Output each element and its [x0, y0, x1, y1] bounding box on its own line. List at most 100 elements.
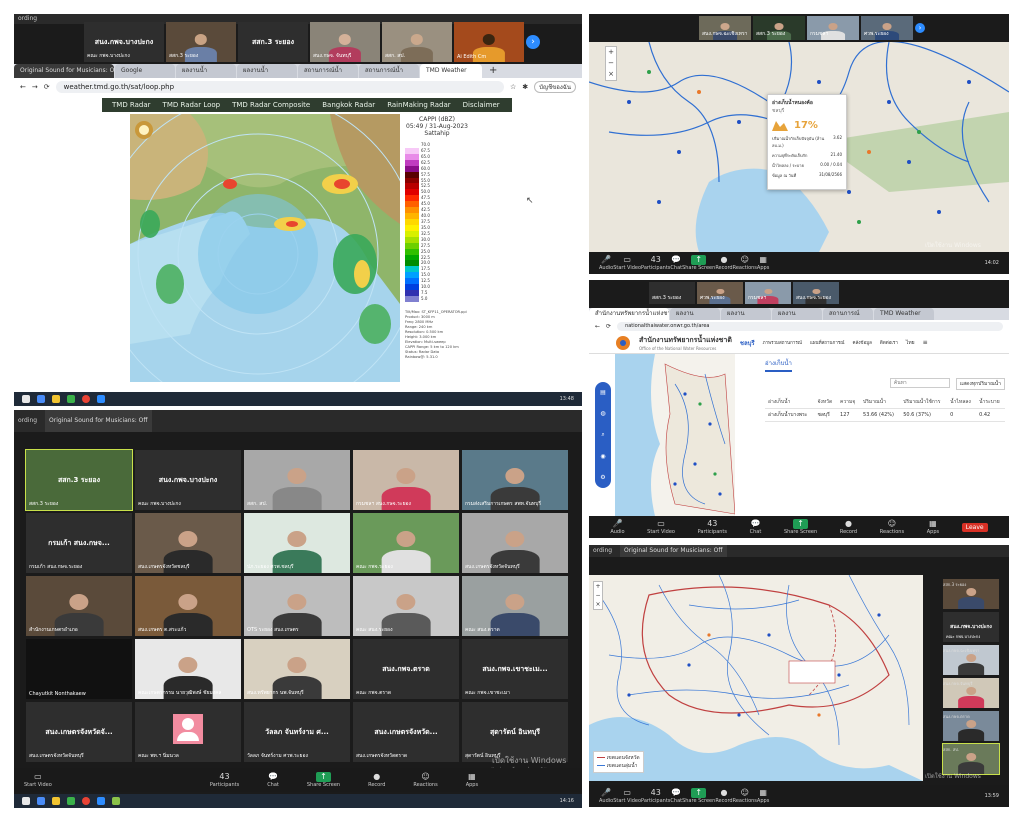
participant-tile[interactable]: ศวพ.ระยอง: [697, 282, 743, 304]
search-input[interactable]: [889, 378, 950, 388]
nav-disclaimer[interactable]: Disclaimer: [463, 101, 500, 109]
participant-tile[interactable]: สสก.3 ระยอง: [238, 22, 308, 62]
new-tab-icon[interactable]: +: [483, 64, 503, 78]
nav-bangkok-radar[interactable]: Bangkok Radar: [322, 101, 375, 109]
participant-tile[interactable]: สนง.กษจ.ฉะเชิงเทรา: [943, 645, 999, 675]
tab-water-1[interactable]: ผลงานน้ำ: [176, 64, 236, 78]
tab-original-sound[interactable]: Original Sound for Musicians: Off: [14, 64, 114, 78]
participant-tile[interactable]: สนง.กษจ.จันทบุรี: [943, 678, 999, 708]
participant-tile[interactable]: สสก.3 ระยอง: [943, 579, 999, 609]
participant-tile[interactable]: สสก.3 ระยอง: [753, 16, 805, 40]
participant-tile[interactable]: สนง.กพจ.บางปะกง คณะ กพจ.บางปะกง: [943, 612, 999, 642]
video-button[interactable]: ▭ Start Video: [647, 519, 675, 535]
share-screen-button[interactable]: ↑ Share Screen: [682, 788, 715, 804]
participant-tile[interactable]: สนง.เกษตรจังหวัดจั... สนง.เกษตรจังหวัดจัน…: [26, 702, 132, 762]
close-icon[interactable]: ×: [606, 69, 616, 80]
participants-button[interactable]: 43 Participants: [641, 255, 670, 271]
participant-tile[interactable]: สสก. สป.: [244, 450, 350, 510]
language-select[interactable]: ไทย: [906, 339, 915, 347]
participant-tile[interactable]: สนง.กษจ.ตราด: [943, 711, 999, 741]
windows-start-icon[interactable]: [22, 395, 30, 403]
participant-tile[interactable]: สสก.3 ระยอง: [166, 22, 236, 62]
next-page-icon[interactable]: ›: [526, 35, 540, 49]
participant-tile[interactable]: กรมชลฯ สนง.กษจ.ระยอง: [353, 450, 459, 510]
participant-tile[interactable]: สนง.กพจ.ตราด คณะ กพจ.ตราด: [353, 639, 459, 699]
participant-tile[interactable]: สสก.3 ระยอง: [649, 282, 695, 304]
participant-tile[interactable]: สนง.เกษตรจังหวัด... สนง.เกษตรจังหวัดตราด: [353, 702, 459, 762]
zoom-in-button[interactable]: +: [606, 47, 616, 58]
taskbar-app-icon[interactable]: [37, 395, 45, 403]
participant-tile[interactable]: ศวพ.ระยอง: [861, 16, 913, 40]
taskbar-app-icon[interactable]: [97, 797, 105, 805]
audio-button[interactable]: 🎤 Audio: [599, 255, 613, 271]
province-select[interactable]: ชลบุรี: [740, 338, 755, 348]
record-button[interactable]: ● Record: [840, 519, 857, 535]
participant-tile[interactable]: กรมส่งเสริมการเกษตร สพท.จันทบุรี: [462, 450, 568, 510]
chat-button[interactable]: 💬 Chat: [670, 788, 682, 804]
participant-tile[interactable]: สำนักงานเกษตรอำเภอ: [26, 576, 132, 636]
taskbar-app-icon[interactable]: [112, 797, 120, 805]
zoom-out-button[interactable]: −: [594, 591, 602, 600]
url-input[interactable]: nationalthaiwater.onwr.go.th/area: [617, 321, 1003, 331]
tab-tmd-weather[interactable]: TMD Weather: [874, 308, 934, 320]
record-button[interactable]: ● Record: [368, 772, 385, 788]
next-page-icon[interactable]: ›: [915, 23, 925, 33]
participant-tile[interactable]: สนง.เกษตรจังหวัดชลบุรี: [135, 513, 241, 573]
video-button[interactable]: ▭ Start Video: [613, 255, 641, 271]
participant-tile[interactable]: ปภ.ระยอง ศวพ.ชลบุรี: [244, 513, 350, 573]
share-screen-button[interactable]: ↑ Share Screen: [307, 772, 340, 788]
extensions-icon[interactable]: ✱: [522, 83, 528, 91]
url-input[interactable]: weather.tmd.go.th/sat/loop.php: [55, 81, 505, 93]
participant-tile[interactable]: สนง.กษจ.ฉะเชิงเทรา: [699, 16, 751, 40]
participant-tile[interactable]: สุดารัตน์ อินทบุรี สุดารัตน์ อินทบุรี: [462, 702, 568, 762]
taskbar-app-icon[interactable]: [37, 797, 45, 805]
windows-start-icon[interactable]: [22, 797, 30, 805]
participant-tile[interactable]: สสก. สป.: [382, 22, 452, 62]
audio-button[interactable]: 🎤 Audio: [599, 788, 613, 804]
taskbar-app-icon[interactable]: [67, 797, 75, 805]
participant-tile[interactable]: Chayutkit Nonthakaew: [26, 639, 132, 699]
participant-tile[interactable]: คณะ กพจ.ระยอง: [353, 513, 459, 573]
back-icon[interactable]: ←: [20, 83, 26, 91]
participants-button[interactable]: 43 Participants: [641, 788, 670, 804]
apps-button[interactable]: ▦ Apps: [927, 519, 939, 535]
reactions-button[interactable]: ☺ Reactions: [733, 788, 757, 804]
tab-water-1[interactable]: ผลงาน: [670, 308, 720, 320]
close-icon[interactable]: ×: [594, 600, 602, 609]
participant-tile[interactable]: สสก.3 ระยอง สสก.3 ระยอง: [25, 449, 133, 511]
menu-overview[interactable]: ภาพรวมสถานการณ์: [763, 339, 802, 346]
participants-button[interactable]: 43 Participants: [698, 519, 727, 535]
table-row[interactable]: อ่างเก็บน้ำบางพระ ชลบุรี 127 53.66 (42%) 50.…: [765, 408, 1005, 422]
reactions-button[interactable]: ☺ Reactions: [880, 519, 904, 535]
chat-button[interactable]: 💬 Chat: [267, 772, 279, 788]
taskbar-app-icon[interactable]: [52, 395, 60, 403]
tab-situation-2[interactable]: สถานการณ์น้ำ: [359, 64, 419, 78]
apps-button[interactable]: ▦ Apps: [757, 788, 769, 804]
record-button[interactable]: ● Record: [715, 788, 732, 804]
location-icon[interactable]: ◉: [600, 453, 605, 460]
menu-map[interactable]: แผนที่สถานการณ์: [810, 339, 845, 346]
record-button[interactable]: ● Record: [715, 255, 732, 271]
star-icon[interactable]: ☆: [510, 83, 516, 91]
tab-situation-1[interactable]: สถานการณ์น้ำ: [298, 64, 358, 78]
chat-button[interactable]: 💬 Chat: [670, 255, 682, 271]
tab-reservoir[interactable]: อ่างเก็บน้ำ: [765, 358, 792, 372]
reload-icon[interactable]: ⟳: [606, 323, 611, 330]
chrome-icon[interactable]: [82, 797, 90, 805]
chat-button[interactable]: 💬 Chat: [750, 519, 762, 535]
settings-icon[interactable]: ⚙: [600, 474, 605, 481]
tab-onwr[interactable]: สำนักงานทรัพยากรน้ำแห่งชาติ: [589, 308, 669, 320]
apps-button[interactable]: ▦ Apps: [466, 772, 478, 788]
participant-tile[interactable]: สสก. สป.: [942, 743, 1000, 775]
menu-contact[interactable]: ติดต่อเรา: [880, 339, 898, 346]
tab-water-3[interactable]: ผลงาน: [772, 308, 822, 320]
search-icon[interactable]: ⌕: [601, 431, 604, 439]
participant-tile[interactable]: กรมชลฯ: [745, 282, 791, 304]
participant-tile[interactable]: คณะ พท.ฯ นิ่มนวล: [135, 702, 241, 762]
province-map[interactable]: [615, 354, 735, 516]
taskbar-app-icon[interactable]: [52, 797, 60, 805]
participant-tile[interactable]: คณะ สนง.ตราด: [462, 576, 568, 636]
participant-tile[interactable]: สนง.ทรัพยากร นพ.จันทบุรี: [244, 639, 350, 699]
reload-icon[interactable]: ⟳: [44, 83, 50, 91]
apps-button[interactable]: ▦ Apps: [757, 255, 769, 271]
